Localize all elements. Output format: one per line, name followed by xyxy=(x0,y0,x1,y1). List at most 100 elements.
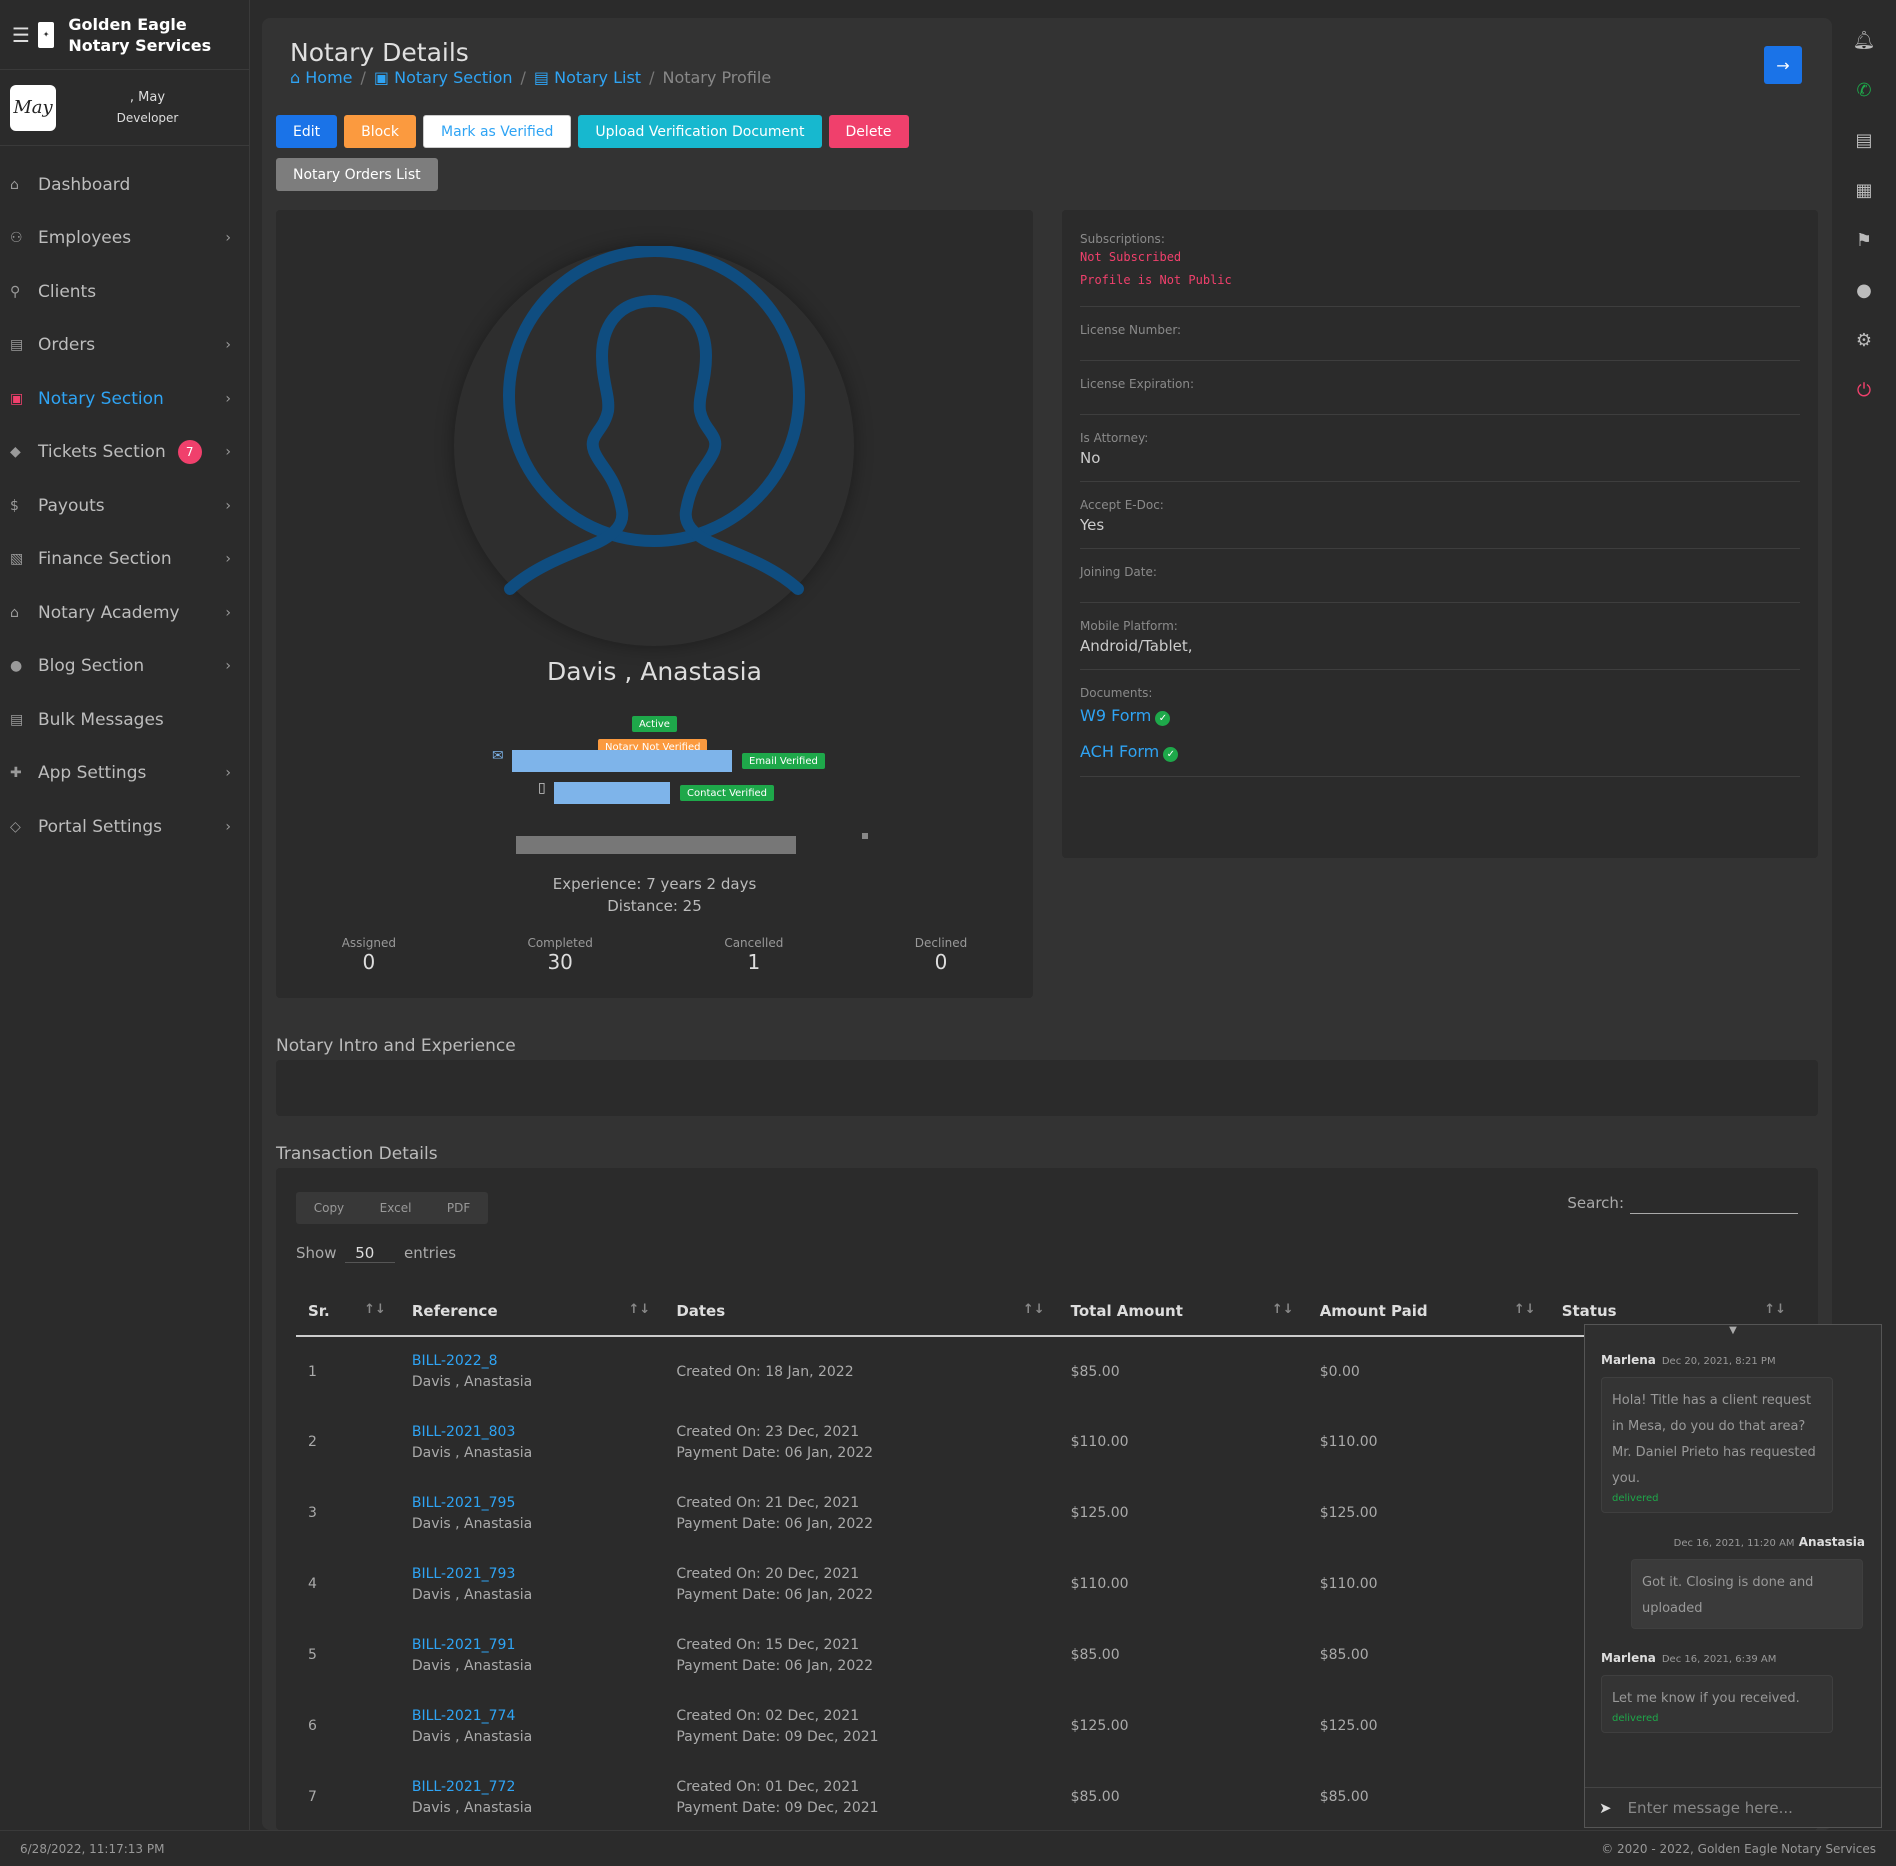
arrow-right-button[interactable]: → xyxy=(1764,46,1802,84)
experience-text: Experience: 7 years 2 days xyxy=(552,875,757,893)
ach-form-link[interactable]: ACH Form ✓ xyxy=(1080,742,1800,762)
stat-declined: Declined 0 xyxy=(915,936,968,974)
sidebar-item-notary-academy[interactable]: ⌂ Notary Academy › xyxy=(0,586,249,640)
sidebar-item-notary-section[interactable]: ▣ Notary Section › xyxy=(0,372,249,426)
w9-form-link[interactable]: W9 Form ✓ xyxy=(1080,706,1800,726)
edoc-label: Accept E-Doc: xyxy=(1080,498,1164,512)
sidebar-item-app-settings[interactable]: ✚ App Settings › xyxy=(0,747,249,801)
chevron-down-icon[interactable]: ▼ xyxy=(1585,1325,1881,1345)
bill-reference-link[interactable]: BILL-2021_795 xyxy=(412,1495,516,1511)
search-label: Search: xyxy=(1567,1194,1624,1212)
sidebar-nav: ⌂ Dashboard ⚇ Employees › ⚲ Clients ▤ Orders › ▣ No… xyxy=(0,146,249,854)
chat-input-bar: ➤ Enter message here... xyxy=(1585,1787,1881,1827)
joining-date-label: Joining Date: xyxy=(1080,565,1157,579)
edoc-value: Yes xyxy=(1080,516,1105,534)
sidebar-item-finance-section[interactable]: ▧ Finance Section › xyxy=(0,533,249,587)
row-paid: $125.00 xyxy=(1319,1718,1378,1734)
row-paid: $0.00 xyxy=(1319,1363,1360,1380)
send-icon[interactable]: ➤ xyxy=(1599,1799,1612,1817)
bill-reference-link[interactable]: BILL-2021_791 xyxy=(412,1637,516,1653)
hamburger-menu-icon[interactable]: ☰ xyxy=(12,23,30,47)
copy-button[interactable]: Copy xyxy=(314,1201,344,1215)
sort-icon: ↑↓ xyxy=(364,1301,386,1317)
column-header[interactable]: Dates ↑↓ xyxy=(664,1286,1059,1337)
stat-value: 30 xyxy=(547,950,573,974)
public-status: Profile is Not Public xyxy=(1080,273,1232,287)
column-header[interactable]: Sr. ↑↓ xyxy=(296,1286,400,1337)
excel-button[interactable]: Excel xyxy=(380,1201,412,1215)
ticket-icon: ◆ xyxy=(10,444,21,461)
bill-reference-link[interactable]: BILL-2021_793 xyxy=(412,1566,516,1582)
stat-assigned: Assigned 0 xyxy=(342,936,396,974)
sidebar-item-employees[interactable]: ⚇ Employees › xyxy=(0,212,249,266)
flag-icon[interactable]: ⚑ xyxy=(1832,215,1896,265)
sidebar-item-tickets-section[interactable]: ◆ Tickets Section 7 › xyxy=(0,426,249,480)
chat-message-input[interactable]: Enter message here... xyxy=(1628,1799,1793,1817)
sidebar-item-orders[interactable]: ▤ Orders › xyxy=(0,319,249,373)
bill-reference-link[interactable]: BILL-2021_774 xyxy=(412,1708,516,1724)
edit-button[interactable]: Edit xyxy=(276,115,338,148)
column-header[interactable]: Amount Paid ↑↓ xyxy=(1307,1286,1550,1337)
breadcrumb-home[interactable]: ⌂ Home xyxy=(290,68,353,87)
sidebar-item-clients[interactable]: ⚲ Clients xyxy=(0,265,249,319)
delivered-status: delivered xyxy=(1612,1493,1659,1504)
bill-reference-link[interactable]: BILL-2021_772 xyxy=(412,1779,516,1795)
notary-icon: ▣ xyxy=(10,390,24,407)
row-payment: Payment Date: 09 Dec, 2021 xyxy=(676,1799,879,1816)
chevron-right-icon: › xyxy=(225,390,231,407)
export-buttons: Copy Excel PDF xyxy=(296,1192,488,1224)
whatsapp-icon[interactable]: ✆ xyxy=(1832,65,1896,115)
gear-icon[interactable]: ⚙ xyxy=(1832,315,1896,365)
breadcrumb-notary-section[interactable]: ▣ Notary Section xyxy=(374,68,513,87)
row-created: Created On: 18 Jan, 2022 xyxy=(676,1363,854,1380)
chat-icon[interactable]: ▤ xyxy=(1832,115,1896,165)
email-verified-badge: Email Verified xyxy=(742,753,825,769)
app-settings-icon: ✚ xyxy=(10,765,22,782)
news-icon[interactable]: ▦ xyxy=(1832,165,1896,215)
mark-verified-button[interactable]: Mark as Verified xyxy=(423,115,572,148)
users-icon: ⚇ xyxy=(10,230,23,247)
sidebar-item-payouts[interactable]: $ Payouts › xyxy=(0,479,249,533)
sidebar-item-label: Notary Academy xyxy=(38,602,180,623)
delete-button[interactable]: Delete xyxy=(828,115,909,148)
ticket-count-badge: 7 xyxy=(177,440,202,465)
table-row: 5 BILL-2021_791 Davis , Anastasia Created O… xyxy=(296,1620,1800,1691)
chevron-right-icon: › xyxy=(225,818,231,835)
breadcrumb-notary-list[interactable]: ▤ Notary List xyxy=(534,68,641,87)
chat-sender: Marlena xyxy=(1601,1353,1656,1367)
sidebar-item-portal-settings[interactable]: ◇ Portal Settings › xyxy=(0,800,249,854)
sidebar-item-dashboard[interactable]: ⌂ Dashboard xyxy=(0,158,249,212)
notary-orders-list-button[interactable]: Notary Orders List xyxy=(276,158,438,191)
account-icon[interactable]: ● xyxy=(1832,265,1896,315)
distance-text: Distance: 25 xyxy=(607,897,702,915)
sidebar-item-blog-section[interactable]: ● Blog Section › xyxy=(0,640,249,694)
bill-reference-link[interactable]: BILL-2022_8 xyxy=(412,1353,498,1369)
pdf-button[interactable]: PDF xyxy=(447,1201,470,1215)
row-payment: Payment Date: 06 Jan, 2022 xyxy=(676,1586,874,1603)
notary-name: Davis , Anastasia xyxy=(547,657,762,686)
profile-avatar xyxy=(454,245,854,646)
profile-card: Davis , Anastasia Active Notary Not Veri… xyxy=(276,210,1033,998)
user-silhouette-icon xyxy=(503,245,805,595)
block-button[interactable]: Block xyxy=(344,115,416,148)
chevron-right-icon: › xyxy=(225,230,231,247)
subscriptions-label: Subscriptions: xyxy=(1080,232,1165,246)
phone-icon: ▯ xyxy=(538,780,546,796)
upload-verification-button[interactable]: Upload Verification Document xyxy=(578,115,822,148)
column-header[interactable]: Total Amount ↑↓ xyxy=(1058,1286,1308,1337)
bell-icon[interactable]: 🔔︎ xyxy=(1832,15,1896,65)
chat-text: Got it. Closing is done and uploaded xyxy=(1642,1575,1814,1616)
dashboard-icon: ⌂ xyxy=(10,176,19,193)
row-notary-name: Davis , Anastasia xyxy=(411,1657,533,1674)
entries-select[interactable]: 50 xyxy=(345,1244,396,1263)
bill-reference-link[interactable]: BILL-2021_803 xyxy=(412,1424,516,1440)
column-header[interactable]: Reference ↑↓ xyxy=(399,1286,665,1337)
row-paid: $85.00 xyxy=(1319,1647,1369,1663)
arrow-right-icon: → xyxy=(1776,55,1790,75)
footer-copyright: © 2020 - 2022, Golden Eagle Notary Servi… xyxy=(1601,1841,1876,1856)
sidebar-item-label: Dashboard xyxy=(38,174,131,195)
power-icon[interactable]: ⏻ xyxy=(1832,365,1896,415)
search-input[interactable] xyxy=(1630,1192,1798,1214)
user-avatar[interactable]: May xyxy=(10,84,56,131)
sidebar-item-bulk-messages[interactable]: ▤ Bulk Messages xyxy=(0,693,249,747)
